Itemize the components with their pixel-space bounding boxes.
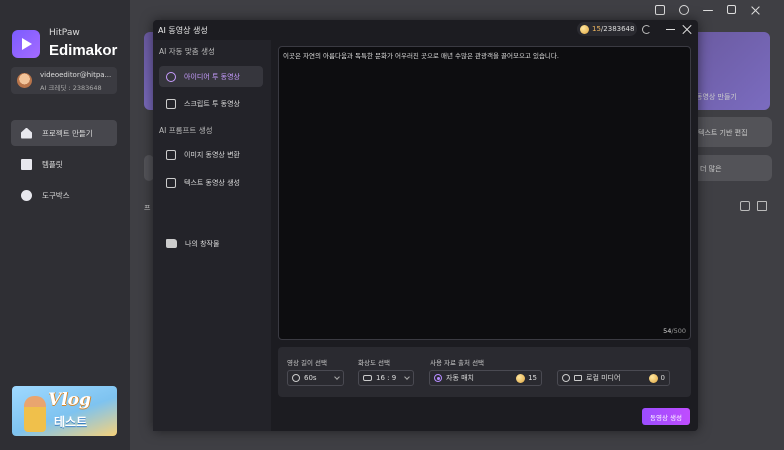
radio-selected-icon — [434, 374, 442, 382]
modal-main: 이곳은 자연의 아름다움과 독특한 문화가 어우러진 곳으로 매년 수많은 관광… — [271, 40, 698, 431]
brand-company: HitPaw — [49, 28, 80, 38]
sidebar-item-my-creations[interactable]: 나의 창작물 — [159, 233, 263, 254]
ratio-select[interactable]: 16 : 9 — [358, 370, 414, 386]
house-icon — [21, 127, 32, 139]
banner-figure-icon — [24, 396, 46, 432]
brand-name: Edimakor — [49, 42, 118, 59]
length-select[interactable]: 60s — [287, 370, 344, 386]
credits-used: 15 — [592, 25, 601, 33]
auto-match-label: 자동 매치 — [446, 374, 474, 382]
image-icon — [166, 149, 176, 160]
user-email: videoeditor@hitpa... — [40, 71, 112, 79]
minimize-icon[interactable] — [666, 29, 675, 30]
refresh-icon[interactable] — [642, 25, 651, 34]
prompt-text[interactable]: 이곳은 자연의 아름다움과 독특한 문화가 어우러진 곳으로 매년 수많은 관광… — [283, 51, 687, 61]
radio-icon — [562, 374, 570, 382]
coin-icon — [516, 373, 526, 383]
minimize-icon[interactable] — [703, 10, 713, 11]
settings-panel: 영상 길이 선택 60s 화상도 선택 16 : 9 사용 자료 출처 선택 자… — [278, 347, 691, 397]
clock-icon — [292, 374, 300, 382]
source-auto-match[interactable]: 자동 매치 15 — [429, 370, 542, 386]
nav-toolbox[interactable]: 도구박스 — [11, 182, 117, 208]
modal-title: AI 동영상 생성 — [158, 26, 208, 35]
lightbulb-icon — [166, 71, 176, 82]
section-prompt-label: AI 프롬프트 생성 — [159, 126, 213, 135]
length-label: 영상 길이 선택 — [287, 359, 328, 367]
edimakor-logo-icon — [12, 30, 40, 58]
nav-create-project[interactable]: 프로젝트 만들기 — [11, 120, 117, 146]
bg-more-label: 더 많은 — [700, 165, 722, 173]
list-view-icon[interactable] — [757, 201, 767, 211]
bg-text-edit-card[interactable]: 텍스트 기반 편집 — [690, 117, 772, 147]
credits-total: /2383648 — [600, 25, 635, 33]
chevron-down-icon — [404, 374, 410, 380]
generate-video-button[interactable]: 동영상 생성 — [642, 408, 690, 425]
sidebar-item-image-to-video[interactable]: 이미지 동영상 변환 — [159, 144, 263, 165]
sidebar-item-text-to-video[interactable]: 텍스트 동영상 생성 — [159, 172, 263, 193]
feedback-icon[interactable] — [655, 5, 665, 15]
local-media-label: 로컬 미디어 — [586, 374, 621, 382]
template-icon — [21, 158, 32, 170]
bg-text-edit-label: 텍스트 기반 편집 — [698, 129, 748, 137]
sidebar-item-label: 아이디어 투 동영상 — [184, 72, 240, 81]
vlog-banner[interactable]: Vlog 테스트 — [12, 386, 117, 436]
bg-card-video[interactable]: 동영상 만들기 — [690, 32, 770, 110]
close-icon[interactable] — [682, 24, 692, 34]
bg-card-label: 동영상 만들기 — [696, 93, 737, 101]
toolbox-icon — [21, 189, 32, 201]
source-label: 사용 자료 출처 선택 — [430, 359, 485, 367]
document-icon — [166, 98, 176, 109]
auto-match-cost: 15 — [528, 374, 537, 382]
user-card[interactable]: videoeditor@hitpa... AI 크레딧 : 2383648 — [11, 67, 117, 94]
nav-label: 도구박스 — [42, 190, 70, 200]
avatar — [17, 73, 32, 88]
maximize-icon[interactable] — [727, 5, 736, 14]
length-value: 60s — [304, 374, 317, 382]
close-icon[interactable] — [750, 5, 760, 15]
nav-label: 템플릿 — [42, 159, 63, 169]
main-sidebar: HitPaw Edimakor videoeditor@hitpa... AI … — [0, 0, 130, 450]
settings-icon[interactable] — [679, 5, 689, 15]
char-max: /500 — [671, 327, 686, 335]
window-controls — [655, 5, 760, 15]
folder-icon — [166, 239, 177, 248]
sidebar-item-script-to-video[interactable]: 스크립트 투 동영상 — [159, 93, 263, 114]
grid-view-icon[interactable] — [740, 201, 750, 211]
source-local-media[interactable]: 로컬 미디어 0 — [557, 370, 670, 386]
banner-subtitle: 테스트 — [54, 415, 88, 429]
sidebar-item-label: 스크립트 투 동영상 — [184, 99, 240, 108]
ai-video-modal: AI 동영상 생성 15/2383648 AI 자동 맞춤 생성 아이디어 투 … — [153, 20, 698, 431]
modal-sidebar: AI 자동 맞춤 생성 아이디어 투 동영상 스크립트 투 동영상 AI 프롬프… — [153, 40, 271, 431]
chevron-down-icon — [334, 374, 340, 380]
ratio-label: 화상도 선택 — [358, 359, 390, 367]
nav-templates[interactable]: 템플릿 — [11, 151, 117, 177]
text-icon — [166, 177, 176, 188]
banner-title: Vlog — [48, 390, 91, 410]
coin-icon — [580, 24, 589, 34]
coin-icon — [648, 373, 658, 383]
prompt-textarea[interactable]: 이곳은 자연의 아름다움과 독특한 문화가 어우러진 곳으로 매년 수많은 관광… — [278, 46, 691, 340]
char-counter: 54/500 — [663, 327, 686, 335]
bg-more-card[interactable]: 더 많은 — [690, 155, 772, 181]
local-media-cost: 0 — [660, 374, 665, 382]
sidebar-item-label: 텍스트 동영상 생성 — [184, 178, 240, 187]
user-credits: AI 크레딧 : 2383648 — [40, 84, 102, 92]
sidebar-item-idea-to-video[interactable]: 아이디어 투 동영상 — [159, 66, 263, 87]
nav-label: 프로젝트 만들기 — [42, 128, 93, 138]
section-auto-label: AI 자동 맞춤 생성 — [159, 47, 215, 56]
monitor-icon — [574, 375, 582, 381]
aspect-ratio-icon — [363, 375, 372, 381]
credits-badge: 15/2383648 — [577, 22, 637, 36]
sidebar-item-label: 이미지 동영상 변환 — [184, 150, 240, 159]
sidebar-item-label: 나의 창작물 — [185, 239, 220, 248]
bg-section-label: 프 — [144, 204, 151, 212]
ratio-value: 16 : 9 — [376, 374, 397, 382]
